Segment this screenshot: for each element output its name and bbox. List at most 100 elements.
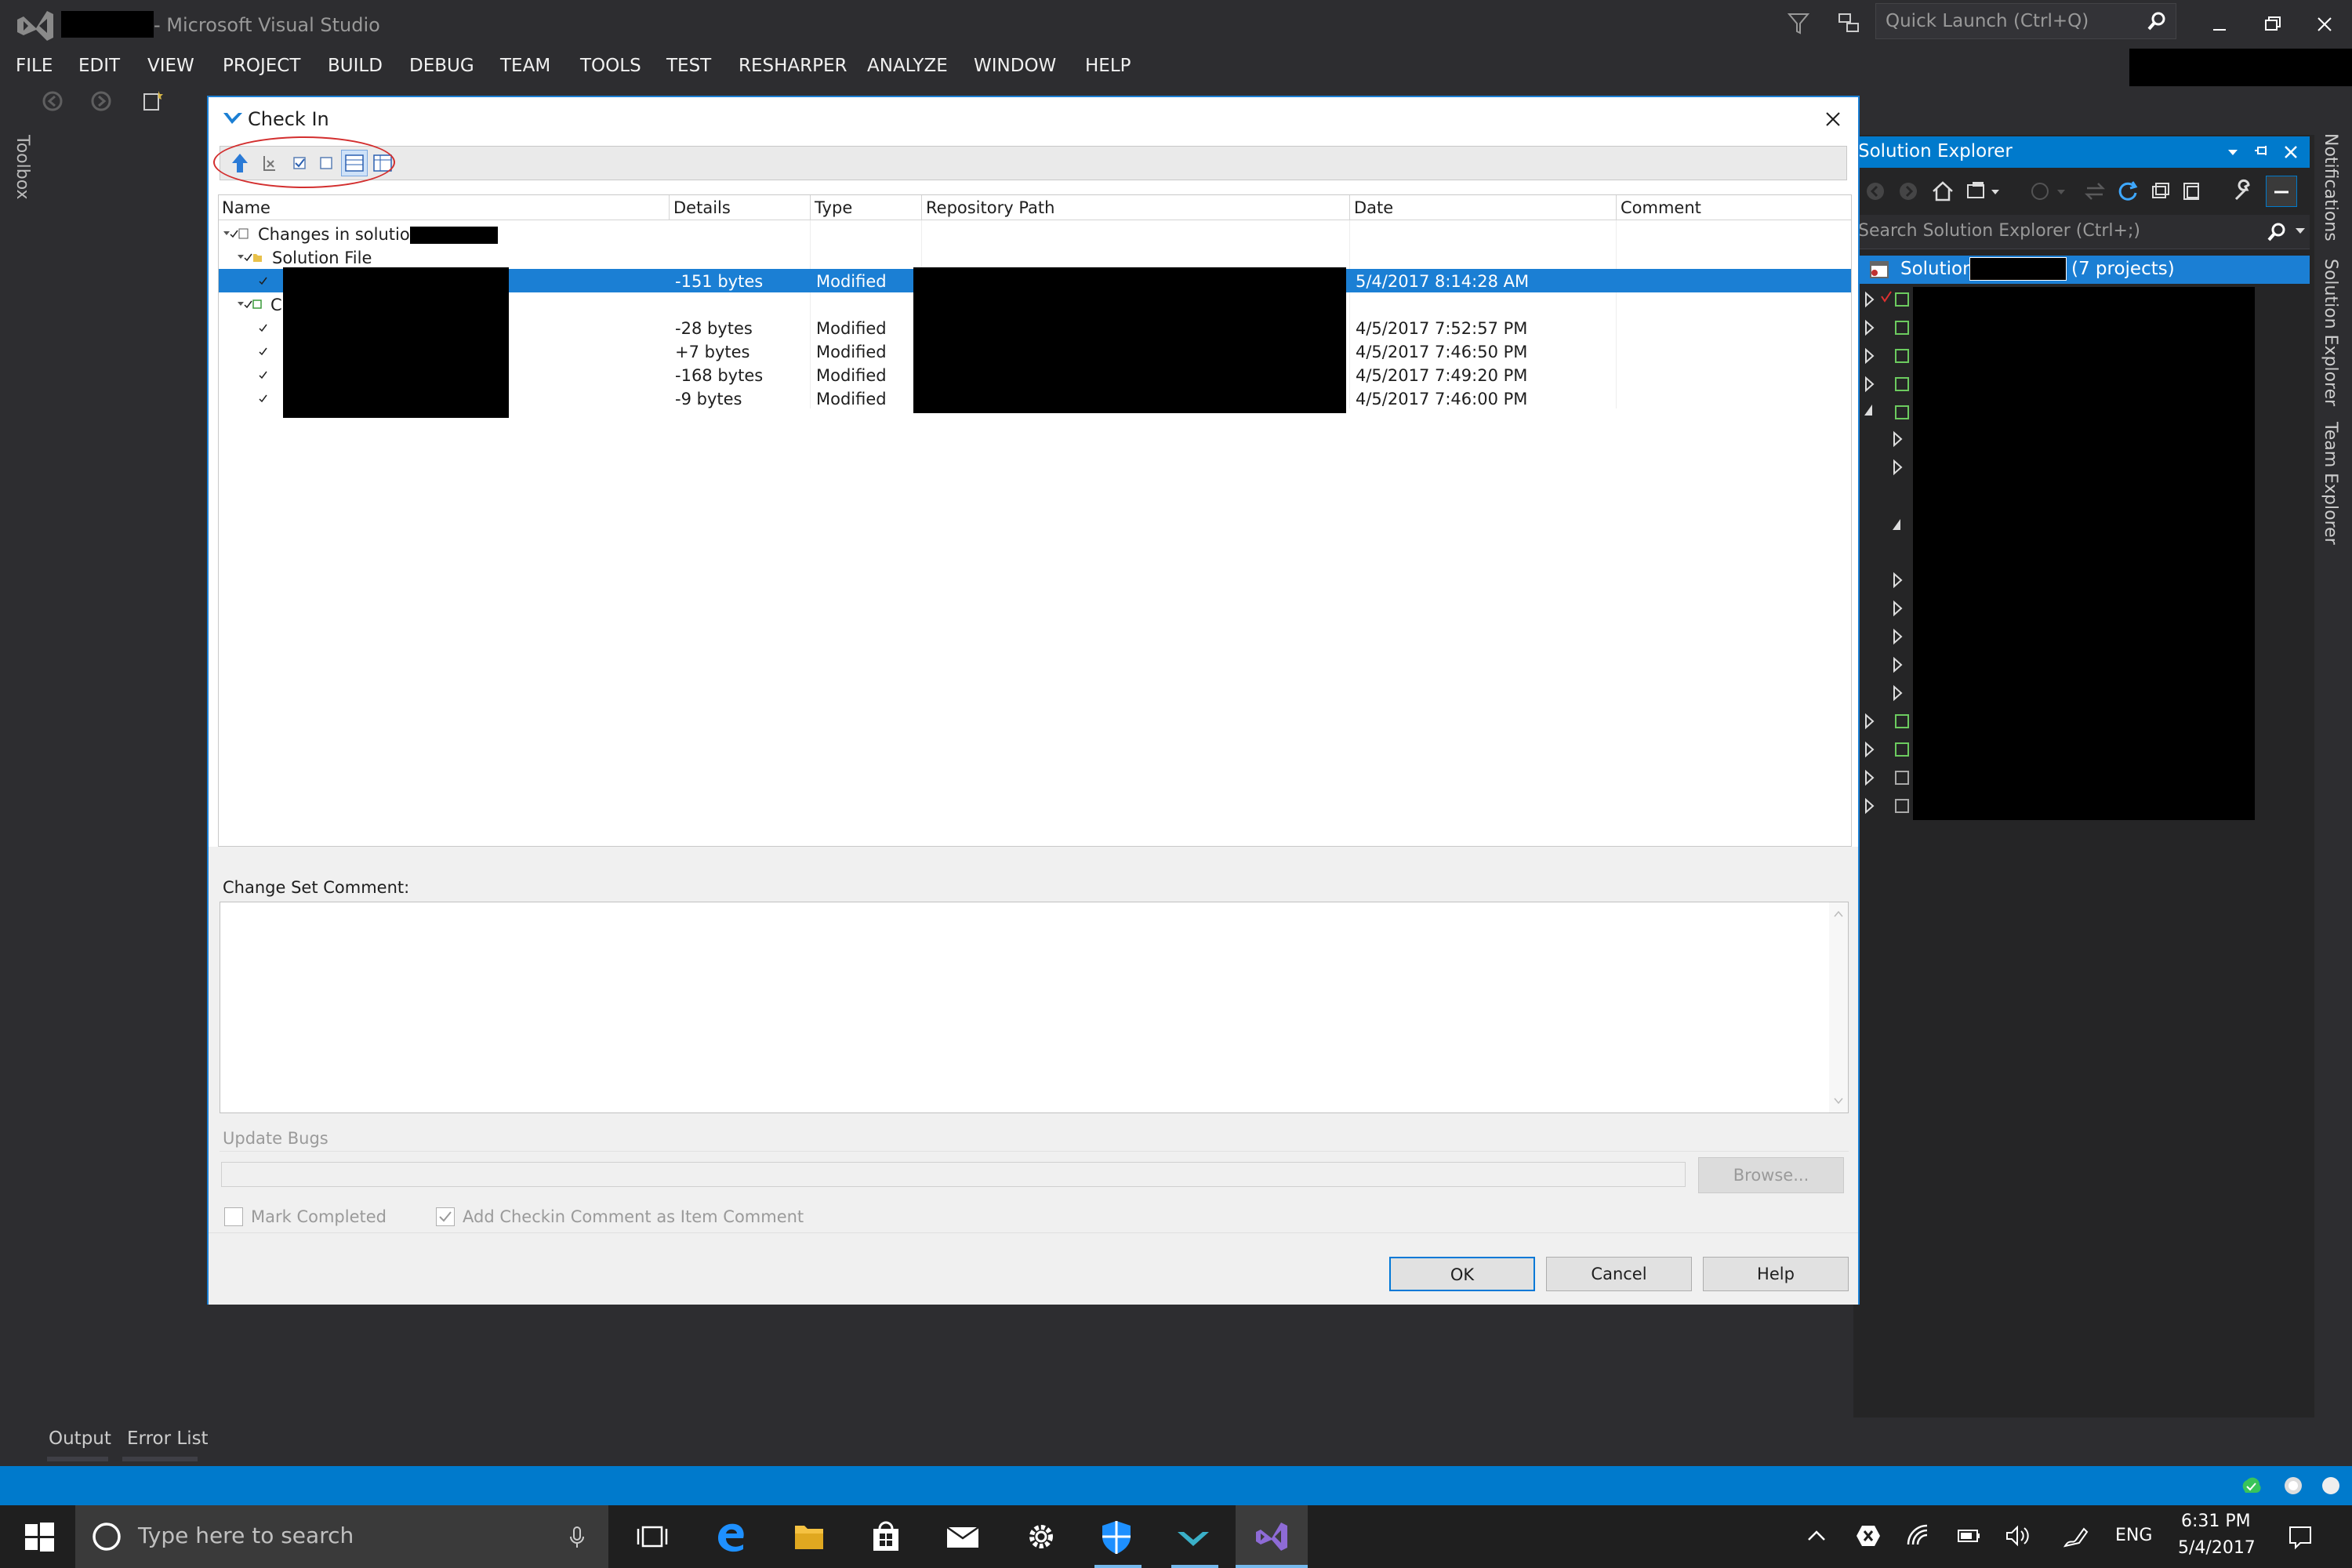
solution-tree-gutter — [1864, 290, 1911, 815]
ok-button[interactable]: OK — [1389, 1257, 1535, 1291]
grid-header: Name Details Type Repository Path Date C… — [219, 195, 1851, 220]
menu-resharper[interactable]: RESHARPER — [739, 50, 848, 82]
sync-active-document-icon[interactable] — [2082, 179, 2107, 204]
file-explorer-icon[interactable] — [787, 1515, 831, 1559]
battery-icon[interactable] — [1955, 1523, 1982, 1549]
minimize-button[interactable] — [2203, 8, 2236, 41]
checkbox-icon[interactable] — [258, 321, 270, 334]
solution-explorer-tab[interactable]: Solution Explorer — [2321, 259, 2340, 406]
tree-row-solution-file[interactable]: Solution File — [219, 245, 1851, 269]
menu-test[interactable]: TEST — [666, 50, 711, 82]
browse-button[interactable]: Browse... — [1698, 1157, 1844, 1193]
menu-team[interactable]: TEAM — [500, 50, 550, 82]
task-view-icon[interactable] — [630, 1515, 674, 1559]
mark-completed-checkbox[interactable] — [224, 1207, 243, 1226]
refresh-icon[interactable] — [2115, 179, 2140, 204]
comment-scrollbar[interactable] — [1829, 902, 1848, 1112]
store-icon[interactable] — [864, 1515, 908, 1559]
toolbox-tab[interactable]: Toolbox — [13, 135, 32, 200]
column-name[interactable]: Name — [222, 198, 270, 217]
expand-checkbox-icon[interactable] — [222, 227, 249, 240]
checkbox-icon[interactable] — [258, 345, 270, 358]
mail-icon[interactable] — [941, 1515, 985, 1559]
pen-ink-icon[interactable] — [2062, 1523, 2089, 1549]
filter-icon[interactable] — [1781, 6, 1816, 41]
wifi-icon[interactable] — [1905, 1523, 1932, 1549]
collapse-all-icon[interactable] — [2148, 179, 2173, 204]
feedback-smiley-icon[interactable] — [2319, 1474, 2343, 1497]
cancel-button[interactable]: Cancel — [1546, 1257, 1692, 1291]
notifications-tab[interactable]: Notifications — [2321, 133, 2340, 241]
solution-explorer-search[interactable]: Search Solution Explorer (Ctrl+;) — [1855, 215, 2310, 249]
action-center-icon[interactable] — [2286, 1523, 2314, 1551]
visual-studio-taskbar-button[interactable] — [1236, 1505, 1308, 1568]
navigate-back-icon[interactable] — [38, 86, 67, 116]
column-details[interactable]: Details — [673, 198, 731, 217]
edge-browser-icon[interactable] — [709, 1515, 753, 1559]
language-indicator[interactable]: ENG — [2115, 1526, 2152, 1545]
team-explorer-tab[interactable]: Team Explorer — [2321, 422, 2340, 545]
microphone-icon[interactable] — [564, 1524, 590, 1549]
forward-icon[interactable] — [1897, 180, 1919, 202]
feedback-icon[interactable] — [1831, 6, 1866, 41]
menu-tools[interactable]: TOOLS — [580, 50, 641, 82]
preview-selected-items-icon[interactable] — [2266, 176, 2297, 207]
taskbar-search-box[interactable]: Type here to search — [75, 1505, 608, 1568]
tree-row-solution[interactable]: Changes in solution — [219, 222, 1851, 245]
column-type[interactable]: Type — [815, 198, 852, 217]
search-options-arrow-icon[interactable] — [2294, 226, 2307, 237]
pending-changes-grid[interactable]: Name Details Type Repository Path Date C… — [218, 194, 1852, 847]
clock-date[interactable]: 5/4/2017 — [2178, 1538, 2256, 1558]
volume-icon[interactable] — [2004, 1523, 2031, 1549]
menu-edit[interactable]: EDIT — [78, 50, 120, 82]
menu-debug[interactable]: DEBUG — [409, 50, 474, 82]
add-checkin-comment-checkbox[interactable] — [436, 1207, 455, 1226]
change-date: 4/5/2017 7:46:50 PM — [1356, 343, 1528, 361]
checkbox-icon[interactable] — [258, 392, 270, 405]
close-panel-icon[interactable] — [2281, 143, 2300, 162]
close-window-button[interactable] — [2308, 8, 2341, 41]
home-icon[interactable] — [1930, 179, 1955, 204]
output-tab[interactable]: Output — [49, 1428, 111, 1449]
pending-changes-filter-icon[interactable] — [2027, 179, 2073, 204]
show-all-files-icon[interactable] — [2180, 179, 2205, 204]
dropdown-arrow-icon[interactable] — [2225, 144, 2241, 160]
quick-launch-box[interactable]: Quick Launch (Ctrl+Q) — [1875, 3, 2176, 39]
switch-views-icon[interactable] — [1965, 179, 2004, 204]
menu-window[interactable]: WINDOW — [974, 50, 1056, 82]
change-details: -168 bytes — [675, 366, 764, 385]
update-bugs-field[interactable] — [221, 1162, 1686, 1187]
add-checkin-comment-label: Add Checkin Comment as Item Comment — [463, 1207, 804, 1226]
restore-button[interactable] — [2256, 8, 2289, 41]
column-repository-path[interactable]: Repository Path — [926, 198, 1054, 217]
settings-gear-icon[interactable] — [1019, 1515, 1063, 1559]
menu-build[interactable]: BUILD — [328, 50, 383, 82]
menu-analyze[interactable]: ANALYZE — [867, 50, 948, 82]
column-date[interactable]: Date — [1354, 198, 1393, 217]
error-list-tab[interactable]: Error List — [127, 1428, 209, 1449]
defender-shield-icon[interactable] — [1094, 1515, 1138, 1559]
windows-start-icon[interactable] — [17, 1515, 61, 1559]
show-hidden-icons-chevron-icon[interactable] — [1805, 1524, 1828, 1548]
properties-wrench-icon[interactable] — [2231, 179, 2256, 204]
menu-project[interactable]: PROJECT — [223, 50, 300, 82]
help-button[interactable]: Help — [1703, 1257, 1849, 1291]
column-comment[interactable]: Comment — [1621, 198, 1701, 217]
dialog-close-button[interactable] — [1819, 105, 1847, 133]
pin-icon[interactable] — [2253, 143, 2272, 162]
xamarin-tray-icon[interactable] — [1855, 1523, 1882, 1549]
menu-help[interactable]: HELP — [1085, 50, 1131, 82]
change-set-comment-input[interactable] — [220, 902, 1849, 1113]
team-explorer-app-icon[interactable] — [1171, 1515, 1215, 1559]
menu-view[interactable]: VIEW — [147, 50, 194, 82]
menu-file[interactable]: FILE — [16, 50, 53, 82]
new-project-icon[interactable] — [138, 86, 168, 116]
checkbox-icon[interactable] — [258, 274, 270, 287]
checkbox-icon[interactable] — [258, 368, 270, 381]
notification-bell-icon[interactable] — [2281, 1474, 2305, 1497]
navigate-forward-icon[interactable] — [86, 86, 116, 116]
clock-time[interactable]: 6:31 PM — [2181, 1512, 2251, 1531]
redacted-file-names — [283, 267, 509, 418]
back-icon[interactable] — [1864, 180, 1886, 202]
solution-node[interactable]: Solution (7 projects) — [1860, 256, 2310, 284]
